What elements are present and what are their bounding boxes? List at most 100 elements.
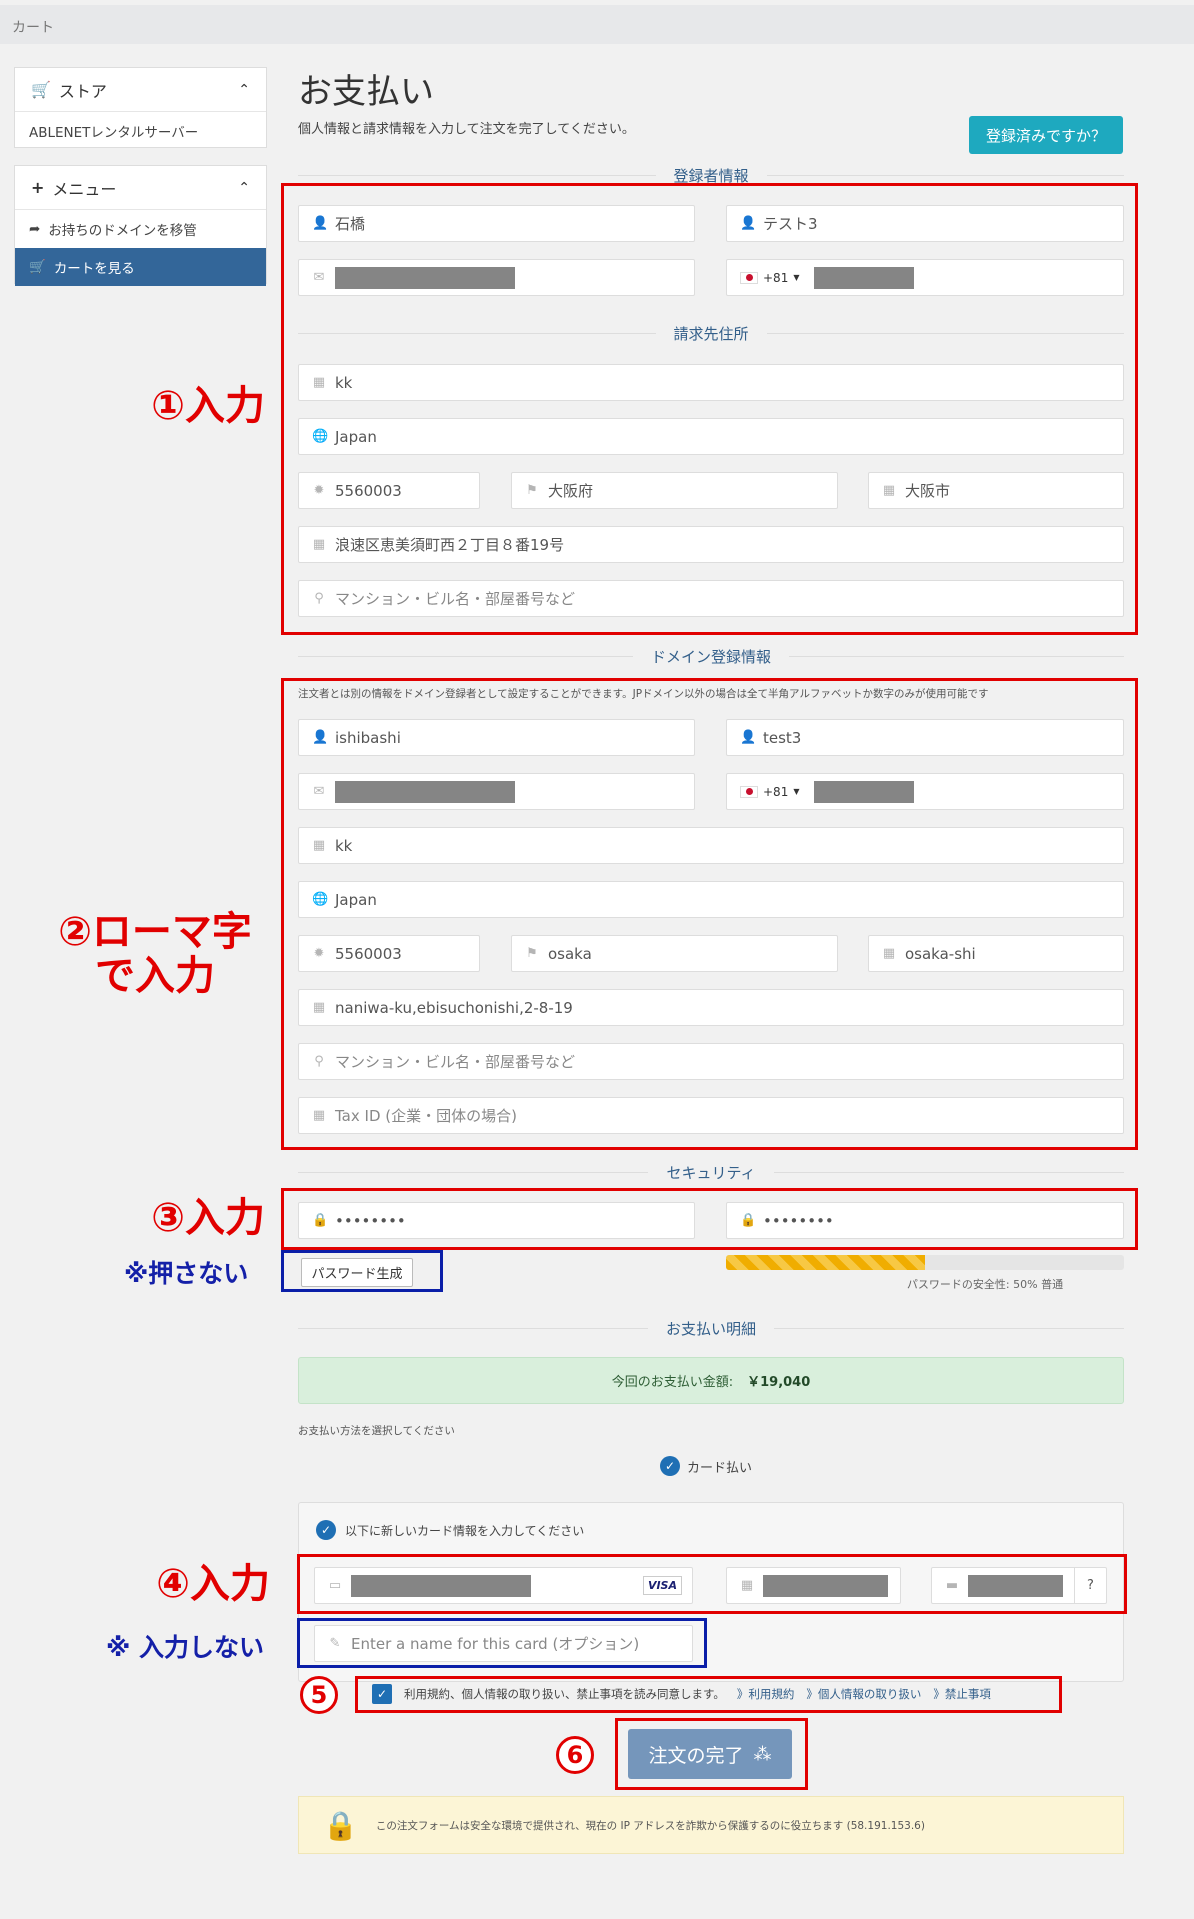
sidebar-menu-title: メニュー <box>52 179 117 199</box>
redacted-value <box>814 780 915 803</box>
already-registered-button[interactable]: 登録済みですか？ <box>969 116 1123 154</box>
breadcrumb-bar: カート <box>0 5 1194 44</box>
billing-address1-input[interactable]: ▦ 浪速区恵美須町西２丁目８番19号 <box>298 526 1124 563</box>
annotation-note-3: ※押さない <box>124 1259 249 1288</box>
card-back-icon: ▬ <box>945 1578 959 1593</box>
sidebar-store-header[interactable]: 🛒 ストア ⌃ <box>15 68 266 112</box>
card-expiry-input[interactable]: ▦ <box>726 1567 901 1604</box>
building-icon: ▦ <box>312 537 326 552</box>
sidebar-menu-panel: + メニュー ⌃ ➦ お持ちのドメインを移管 🛒 カートを見る <box>14 165 267 286</box>
card-number-input[interactable]: ▭ VISA <box>314 1567 693 1604</box>
sidebar-item-view-cart[interactable]: 🛒 カートを見る <box>15 248 266 286</box>
section-title-billing: 請求先住所 <box>298 323 1124 343</box>
domain-company-input[interactable]: ▦ kk <box>298 827 1124 864</box>
annotation-label-3: ③入力 <box>151 1195 265 1241</box>
annotation-box-1 <box>281 183 1138 635</box>
user-icon: 👤 <box>312 730 329 745</box>
tos-agreement: ✓ 利用規約、個人情報の取り扱い、禁止事項を読み同意します。 》利用規約 》個人… <box>372 1684 991 1704</box>
tos-link-prohibited[interactable]: 》禁止事項 <box>933 1686 991 1702</box>
registrant-phone-input[interactable]: +81 ▼ <box>726 259 1124 296</box>
map-marker-icon: ⚲ <box>314 1054 324 1069</box>
sidebar-menu-header[interactable]: + メニュー ⌃ <box>15 166 266 210</box>
domain-first-name-input[interactable]: 👤 test3 <box>726 719 1124 756</box>
sidebar-store-title: ストア <box>58 81 107 101</box>
registrant-email-input[interactable]: ✉ <box>298 259 695 296</box>
redacted-value <box>968 1574 1063 1597</box>
password-strength-bar <box>726 1255 1124 1270</box>
card-cvv-input[interactable]: ▬ ? <box>931 1567 1107 1604</box>
annotation-note-4: ※ 入力しない <box>106 1633 265 1662</box>
billing-company-input[interactable]: ▦ kk <box>298 364 1124 401</box>
billing-city-input[interactable]: ▦ 大阪市 <box>868 472 1124 509</box>
visa-logo: VISA <box>642 1576 682 1595</box>
domain-email-input[interactable]: ✉ <box>298 773 695 810</box>
redacted-value <box>335 780 515 803</box>
billing-postcode-input[interactable]: ✹ 5560003 <box>298 472 480 509</box>
password-confirm-input[interactable]: 🔒 •••••••• <box>726 1202 1124 1239</box>
registrant-first-name-input[interactable]: 👤 テスト3 <box>726 205 1124 242</box>
complete-order-label: 注文の完了 <box>648 1745 744 1767</box>
sidebar-item-ablenet[interactable]: ABLENETレンタルサーバー <box>15 112 266 150</box>
annotation-number-5: 5 <box>300 1676 338 1714</box>
domain-address2-input[interactable]: ⚲ マンション・ビル名・部屋番号など <box>298 1043 1124 1080</box>
annotation-label-2-line1: ②ローマ字 <box>58 909 252 955</box>
caret-down-icon: ▼ <box>793 273 800 282</box>
pencil-icon: ✎ <box>329 1636 341 1651</box>
domain-phone-input[interactable]: +81 ▼ <box>726 773 1124 810</box>
annotation-label-2-line2: で入力 <box>95 953 215 999</box>
new-card-option[interactable]: ✓ 以下に新しいカード情報を入力してください <box>316 1520 584 1540</box>
payment-method-card-option[interactable]: ✓ カード払い <box>660 1456 752 1476</box>
sidebar-item-transfer[interactable]: ➦ お持ちのドメインを移管 <box>15 210 266 248</box>
redacted-value <box>814 266 915 289</box>
tos-link-terms[interactable]: 》利用規約 <box>737 1686 795 1702</box>
domain-state-input[interactable]: ⚑ osaka <box>511 935 838 972</box>
signpost-icon: ⚑ <box>526 946 538 961</box>
tos-checkbox[interactable]: ✓ <box>372 1684 392 1704</box>
country-code-select[interactable]: +81 ▼ <box>740 785 799 799</box>
registrant-last-name-input[interactable]: 👤 石橋 <box>298 205 695 242</box>
building-icon: ▦ <box>312 375 326 390</box>
lock-icon: 🔒 <box>740 1213 757 1228</box>
plus-icon: + <box>31 178 45 197</box>
billing-address2-input[interactable]: ⚲ マンション・ビル名・部屋番号など <box>298 580 1124 617</box>
tos-text: 利用規約、個人情報の取り扱い、禁止事項を読み同意します。 <box>404 1687 725 1701</box>
payment-method-prompt: お支払い方法を選択してください <box>298 1425 455 1437</box>
check-circle-icon: ✓ <box>660 1456 680 1476</box>
lock-icon: 🔒 <box>323 1808 358 1842</box>
building-icon: ▦ <box>882 946 896 961</box>
section-title-registrant: 登録者情報 <box>298 165 1124 185</box>
envelope-icon: ✉ <box>313 270 325 285</box>
chevron-up-icon[interactable]: ⌃ <box>238 82 250 98</box>
card-name-input[interactable]: ✎ Enter a name for this card (オプション) <box>314 1625 693 1662</box>
page-subtitle: 個人情報と請求情報を入力して注文を完了してください。 <box>298 122 635 137</box>
complete-order-button[interactable]: 注文の完了 ⁂ <box>628 1729 792 1779</box>
billing-country-select[interactable]: 🌐 Japan <box>298 418 1124 455</box>
sidebar-store-panel: 🛒 ストア ⌃ ABLENETレンタルサーバー <box>14 67 267 148</box>
envelope-icon: ✉ <box>313 784 325 799</box>
cvv-help-button[interactable]: ? <box>1074 1568 1106 1603</box>
generate-password-button[interactable]: パスワード生成 <box>301 1258 413 1287</box>
breadcrumb: カート <box>12 20 54 36</box>
tos-link-privacy[interactable]: 》個人情報の取り扱い <box>806 1686 921 1702</box>
japan-flag-icon <box>740 785 758 798</box>
map-marker-icon: ⚲ <box>314 591 324 606</box>
total-value: ￥19,040 <box>747 1375 811 1390</box>
domain-postcode-input[interactable]: ✹ 5560003 <box>298 935 480 972</box>
user-icon: 👤 <box>312 216 329 231</box>
share-arrow-icon: ➦ <box>29 221 41 237</box>
check-circle-icon: ✓ <box>316 1520 336 1540</box>
building-icon: ▦ <box>882 483 896 498</box>
chevron-up-icon[interactable]: ⌃ <box>238 180 250 196</box>
domain-country-select[interactable]: 🌐 Japan <box>298 881 1124 918</box>
domain-city-input[interactable]: ▦ osaka-shi <box>868 935 1124 972</box>
domain-address1-input[interactable]: ▦ naniwa-ku,ebisuchonishi,2-8-19 <box>298 989 1124 1026</box>
country-code-select[interactable]: +81 ▼ <box>740 271 799 285</box>
billing-state-input[interactable]: ⚑ 大阪府 <box>511 472 838 509</box>
new-card-label: 以下に新しいカード情報を入力してください <box>345 1523 585 1538</box>
password-input[interactable]: 🔒 •••••••• <box>298 1202 695 1239</box>
domain-tax-id-input[interactable]: ▦ Tax ID (企業・団体の場合) <box>298 1097 1124 1134</box>
domain-last-name-input[interactable]: 👤 ishibashi <box>298 719 695 756</box>
gear-icon: ✹ <box>313 946 325 961</box>
annotation-label-2: ②ローマ字 で入力 <box>40 910 270 998</box>
gear-icon: ✹ <box>313 483 325 498</box>
